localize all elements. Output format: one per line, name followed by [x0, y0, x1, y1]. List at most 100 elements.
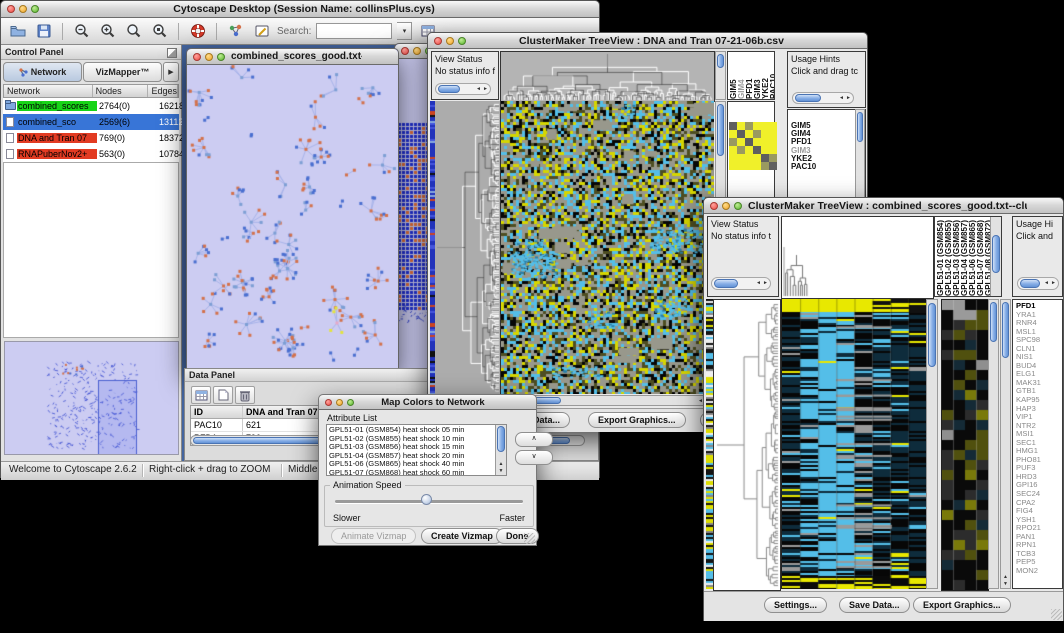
similarity-cell[interactable]	[729, 154, 737, 162]
attribute-item[interactable]: GPL51-07 (GSM868) heat shock 60 min	[329, 469, 494, 477]
similarity-cell[interactable]	[729, 146, 737, 154]
zoom-button[interactable]	[31, 5, 39, 13]
usage-hints-scrollbar[interactable]: ◄►	[1017, 277, 1059, 290]
zoom-fit-icon[interactable]	[123, 21, 144, 41]
gene-item[interactable]: MON2	[1016, 567, 1062, 576]
similarity-cell[interactable]	[737, 154, 745, 162]
tab-network[interactable]: Network	[3, 62, 82, 82]
resize-grip[interactable]	[1051, 609, 1062, 620]
zoom-button[interactable]	[458, 37, 466, 45]
similarity-cell[interactable]	[769, 154, 777, 162]
close-button[interactable]	[193, 53, 201, 61]
attribute-list-vscrollbar[interactable]: ▲▼	[495, 425, 506, 475]
heatmap-canvas[interactable]	[500, 101, 714, 394]
tab-vizmapper[interactable]: VizMapper™	[83, 62, 162, 82]
scrollbar-thumb[interactable]	[438, 85, 460, 93]
scroll-down-button[interactable]: ▼	[496, 469, 506, 474]
gene-item[interactable]: PAC10	[791, 163, 865, 171]
tv1-export-graphics-button[interactable]: Export Graphics...	[588, 412, 686, 428]
similarity-cell[interactable]	[769, 162, 777, 170]
similarity-cell[interactable]	[745, 154, 753, 162]
similarity-cell[interactable]	[769, 146, 777, 154]
column-dendrogram-canvas[interactable]	[500, 51, 715, 102]
save-session-icon[interactable]	[33, 21, 54, 41]
annotation-icon[interactable]	[251, 21, 272, 41]
tv2-export-graphics-button[interactable]: Export Graphics...	[913, 597, 1011, 613]
select-attributes-icon[interactable]	[191, 386, 211, 404]
scroll-up-button[interactable]: ▲	[1001, 575, 1010, 580]
scroll-down-button[interactable]: ▼	[1001, 582, 1010, 587]
similarity-cell[interactable]	[761, 130, 769, 138]
heatmap-canvas[interactable]	[781, 299, 927, 589]
similarity-cell[interactable]	[737, 122, 745, 130]
usage-hints-scrollbar[interactable]: ◄►	[792, 92, 854, 104]
treeview2-titlebar[interactable]: ClusterMaker TreeView : combined_scores_…	[704, 198, 1063, 214]
attribute-listbox[interactable]: GPL51-01 (GSM854) heat shock 05 minGPL51…	[326, 424, 507, 476]
network-overview-canvas[interactable]	[4, 341, 179, 455]
similarity-cell[interactable]	[745, 122, 753, 130]
scrollbar-thumb[interactable]	[717, 54, 724, 68]
network-window-1-titlebar[interactable]: combined_scores_good.txt--cluste...	[187, 49, 398, 65]
scroll-right-button[interactable]: ►	[1051, 278, 1056, 289]
similarity-cell[interactable]	[753, 146, 761, 154]
similarity-cell[interactable]	[769, 130, 777, 138]
minimize-button[interactable]	[205, 53, 213, 61]
network-table-row[interactable]: RNAPuberNov2+563(0)107847(0)	[3, 146, 179, 162]
scroll-left-button[interactable]: ◄	[476, 84, 481, 95]
tv2-save-data-button[interactable]: Save Data...	[839, 597, 910, 613]
animate-vizmap-button[interactable]: Animate Vizmap	[331, 528, 416, 544]
close-button[interactable]	[401, 47, 409, 55]
similarity-cell[interactable]	[753, 162, 761, 170]
main-titlebar[interactable]: Cytoscape Desktop (Session Name: collins…	[1, 1, 599, 18]
minimize-button[interactable]	[413, 47, 421, 55]
zoom-button[interactable]	[734, 202, 742, 210]
id-column-header[interactable]: ID	[191, 406, 243, 418]
float-panel-icon[interactable]	[167, 48, 177, 58]
similarity-cell[interactable]	[769, 122, 777, 130]
similarity-cell[interactable]	[761, 162, 769, 170]
speed-slider-thumb[interactable]	[421, 494, 432, 505]
similarity-cell[interactable]	[737, 130, 745, 138]
similarity-cell[interactable]	[729, 130, 737, 138]
scrollbar-thumb[interactable]	[992, 235, 1000, 273]
zoom-button[interactable]	[217, 53, 225, 61]
search-input[interactable]	[316, 23, 392, 39]
similarity-cell[interactable]	[753, 122, 761, 130]
close-button[interactable]	[710, 202, 718, 210]
view-status-scrollbar[interactable]: ◄►	[435, 83, 491, 95]
similarity-cell[interactable]	[745, 162, 753, 170]
col-header-network[interactable]: Network	[4, 85, 93, 97]
scroll-right-button[interactable]: ►	[846, 93, 851, 104]
destroy-network-icon[interactable]	[187, 21, 208, 41]
similarity-cell[interactable]	[729, 162, 737, 170]
close-button[interactable]	[325, 399, 332, 406]
zoom-selected-icon[interactable]	[149, 21, 170, 41]
similarity-matrix[interactable]	[729, 122, 777, 170]
scrollbar-thumb[interactable]	[928, 303, 936, 367]
similarity-cell[interactable]	[729, 122, 737, 130]
zoom-button[interactable]	[347, 399, 354, 406]
resize-grip[interactable]	[524, 533, 535, 544]
scrollbar-thumb[interactable]	[1020, 279, 1040, 288]
similarity-cell[interactable]	[745, 138, 753, 146]
scrollbar-thumb[interactable]	[714, 279, 738, 288]
similarity-cell[interactable]	[753, 138, 761, 146]
network-table-row[interactable]: combined_scores2764(0)16218(0)	[3, 98, 179, 114]
scrollbar-thumb[interactable]	[497, 426, 505, 452]
scroll-left-button[interactable]: ◄	[1044, 278, 1049, 289]
dialog-titlebar[interactable]: Map Colors to Network	[319, 395, 536, 410]
dendrogram-vscrollbar[interactable]	[715, 51, 726, 100]
similarity-cell[interactable]	[761, 146, 769, 154]
scroll-right-button[interactable]: ►	[763, 278, 768, 289]
network-table-row[interactable]: DNA and Tran 07769(0)183728(0)	[3, 130, 179, 146]
minimize-button[interactable]	[446, 37, 454, 45]
view-status-scrollbar[interactable]: ◄►	[711, 277, 771, 290]
create-network-view-icon[interactable]	[225, 21, 246, 41]
col-header-edges[interactable]: Edges	[148, 85, 178, 97]
col-header-nodes[interactable]: Nodes	[93, 85, 149, 97]
tv2-settings-button[interactable]: Settings...	[764, 597, 827, 613]
similarity-cell[interactable]	[729, 138, 737, 146]
scrollbar-thumb[interactable]	[717, 104, 724, 156]
close-button[interactable]	[7, 5, 15, 13]
minimize-button[interactable]	[19, 5, 27, 13]
